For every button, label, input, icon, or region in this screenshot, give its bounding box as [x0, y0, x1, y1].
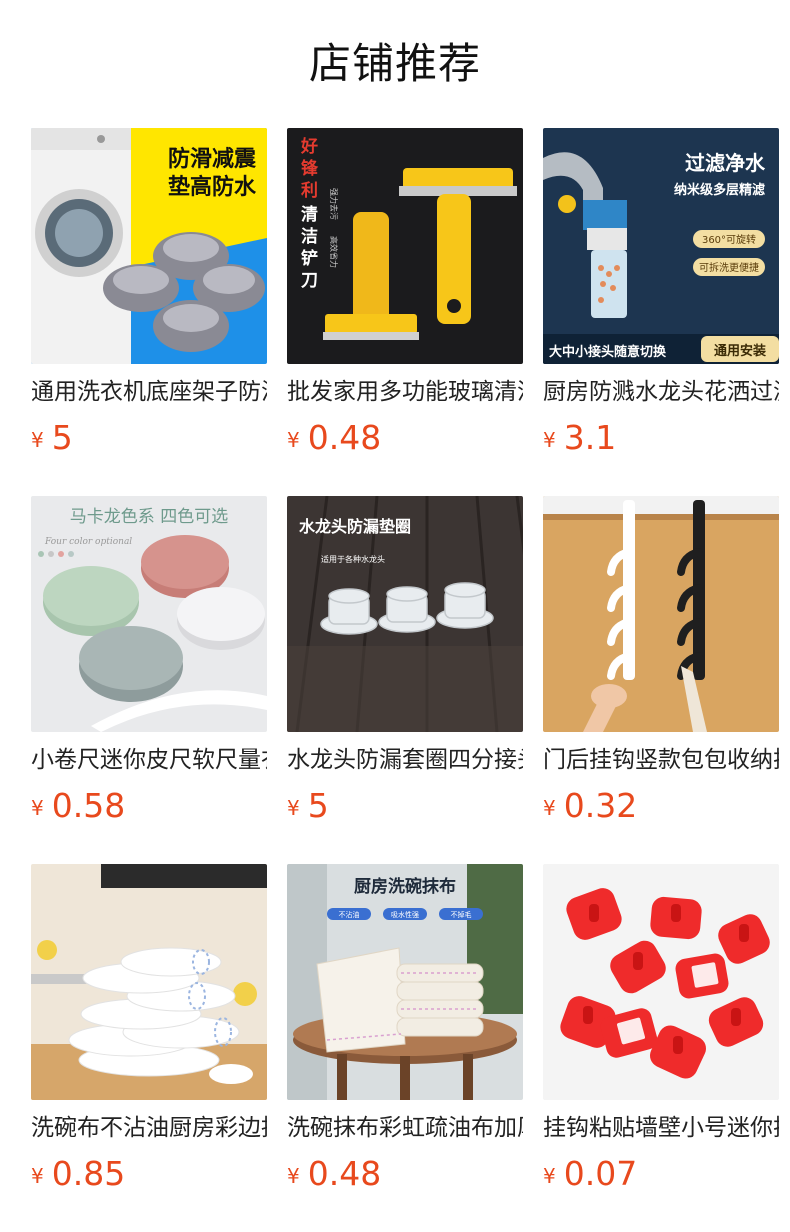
product-card[interactable]: 防滑减震 垫高防水 通用洗衣机底座架子防滑减震垫 ¥5 — [31, 128, 267, 496]
product-price: ¥3.1 — [543, 418, 616, 457]
price-value: 5 — [51, 418, 73, 457]
product-image[interactable] — [543, 496, 779, 732]
currency-symbol: ¥ — [31, 796, 44, 820]
image-caption: 防滑减震 — [168, 146, 257, 172]
product-card[interactable]: 洗碗布不沾油厨房彩边抹布 ¥0.85 — [31, 864, 267, 1232]
product-card[interactable]: 马卡龙色系 四色可选 Four color optional 小卷尺迷你皮尺软尺… — [31, 496, 267, 864]
price-value: 0.48 — [307, 1154, 382, 1193]
product-card[interactable]: 厨房洗碗抹布 不沾油 吸水性强 不掉毛 洗碗抹布彩虹疏油布加厚 ¥ 0.48 — [287, 864, 523, 1232]
product-image[interactable] — [543, 864, 779, 1100]
product-price: ¥0.48 — [287, 1154, 381, 1193]
product-card[interactable]: 过滤净水 纳米级多层精滤 360°可旋转 可拆洗更便捷 大中小接头随意切换 通用… — [543, 128, 779, 496]
image-caption: 厨房洗碗抹布 — [354, 876, 456, 897]
price-value: 5 — [307, 786, 329, 825]
image-caption: 高效省力 — [329, 236, 339, 268]
image-caption: 不沾油 — [339, 910, 360, 919]
image-caption: 强力去污 — [329, 188, 339, 220]
product-grid: 防滑减震 垫高防水 通用洗衣机底座架子防滑减震垫 ¥5 好 锋 利 清 洁 铲 … — [31, 128, 779, 1232]
product-price: ¥5 — [287, 786, 329, 825]
price-value: 0.85 — [51, 1154, 126, 1193]
currency-symbol: ¥ — [287, 1164, 300, 1188]
product-image[interactable]: 厨房洗碗抹布 不沾油 吸水性强 不掉毛 — [287, 864, 523, 1100]
product-name[interactable]: 挂钩粘贴墙壁小号迷你挂钩 — [543, 1112, 779, 1144]
product-image[interactable]: 水龙头防漏垫圈 适用于各种水龙头 — [287, 496, 523, 732]
product-name[interactable]: 通用洗衣机底座架子防滑减震垫 — [31, 376, 267, 408]
currency-symbol: ¥ — [543, 1164, 556, 1188]
image-caption: 大中小接头随意切换 — [549, 344, 667, 360]
image-caption: 水龙头防漏垫圈 — [299, 517, 411, 536]
image-caption: 适用于各种水龙头 — [321, 554, 385, 564]
price-value: 0.32 — [563, 786, 638, 825]
product-price: ¥0.07 — [543, 1154, 637, 1193]
image-caption: 纳米级多层精滤 — [674, 182, 765, 198]
currency-symbol: ¥ — [287, 796, 300, 820]
image-caption: 利 — [301, 180, 318, 201]
image-caption: 吸水性强 — [391, 910, 419, 919]
product-card[interactable]: 水龙头防漏垫圈 适用于各种水龙头 水龙头防漏套圈四分接头垫圈 ¥5 — [287, 496, 523, 864]
product-price: ¥0.48 — [287, 418, 381, 457]
image-caption: 锋 — [301, 158, 319, 179]
price-value: 0.58 — [51, 786, 126, 825]
price-value: 0.07 — [563, 1154, 638, 1193]
image-caption: 360°可旋转 — [702, 233, 756, 246]
product-image[interactable]: 防滑减震 垫高防水 — [31, 128, 267, 364]
image-caption: 可拆洗更便捷 — [699, 261, 759, 274]
image-caption: 洁 — [301, 226, 318, 247]
currency-symbol: ¥ — [543, 428, 556, 452]
product-image[interactable]: 过滤净水 纳米级多层精滤 360°可旋转 可拆洗更便捷 大中小接头随意切换 通用… — [543, 128, 779, 364]
currency-symbol: ¥ — [31, 1164, 44, 1188]
image-caption: 清 — [301, 204, 318, 225]
image-caption: 过滤净水 — [685, 151, 766, 175]
product-name[interactable]: 门后挂钩竖款包包收纳挂架 — [543, 744, 779, 776]
product-name[interactable]: 水龙头防漏套圈四分接头垫圈 — [287, 744, 523, 776]
image-caption: 好 — [300, 136, 318, 157]
product-image[interactable] — [31, 864, 267, 1100]
page-title: 店铺推荐 — [308, 39, 481, 88]
image-caption: 通用安装 — [714, 343, 766, 359]
product-card[interactable]: 挂钩粘贴墙壁小号迷你挂钩 ¥0.07 — [543, 864, 779, 1232]
product-card[interactable]: 门后挂钩竖款包包收纳挂架 ¥0.32 — [543, 496, 779, 864]
product-name[interactable]: 小卷尺迷你皮尺软尺量衣尺 — [31, 744, 267, 776]
image-caption: Four color optional — [44, 537, 132, 547]
image-caption: 马卡龙色系 四色可选 — [70, 507, 228, 527]
product-name[interactable]: 洗碗布不沾油厨房彩边抹布 — [31, 1112, 267, 1144]
image-caption: 刀 — [301, 271, 318, 291]
product-card[interactable]: 好 锋 利 清 洁 铲 刀 强力去污 高效省力 批发家用多功能玻璃清 ¥ 0.4… — [287, 128, 523, 496]
product-price: ¥5 — [31, 418, 73, 457]
currency-symbol: ¥ — [287, 428, 300, 452]
price-value: 3.1 — [563, 418, 617, 457]
product-price: ¥0.85 — [31, 1154, 125, 1193]
product-image[interactable]: 马卡龙色系 四色可选 Four color optional — [31, 496, 267, 732]
currency-symbol: ¥ — [31, 428, 44, 452]
image-caption: 铲 — [301, 248, 318, 269]
product-name[interactable]: 厨房防溅水龙头花洒过滤器 — [543, 376, 779, 408]
price-value: 0.48 — [307, 418, 382, 457]
currency-symbol: ¥ — [543, 796, 556, 820]
image-caption: 垫高防水 — [168, 174, 257, 200]
product-name[interactable]: 洗碗抹布彩虹疏油布加厚 — [287, 1112, 523, 1144]
image-caption: 不掉毛 — [451, 910, 472, 919]
product-price: ¥0.58 — [31, 786, 125, 825]
product-price: ¥0.32 — [543, 786, 637, 825]
product-name[interactable]: 批发家用多功能玻璃清洁铲刀 — [287, 376, 523, 408]
product-image[interactable]: 好 锋 利 清 洁 铲 刀 强力去污 高效省力 — [287, 128, 523, 364]
